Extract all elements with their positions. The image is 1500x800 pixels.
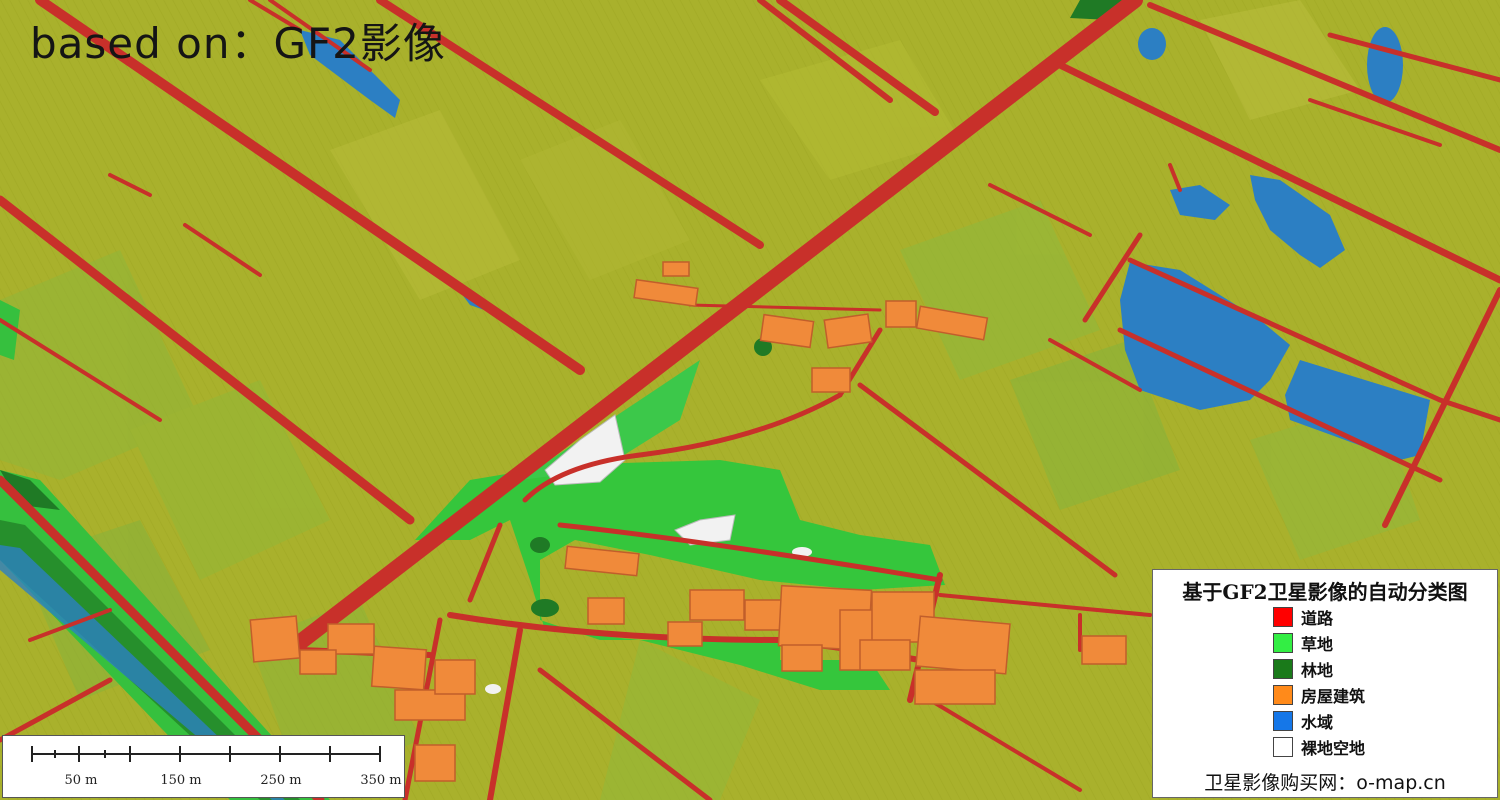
map-legend: 基于GF2卫星影像的自动分类图 道路 草地 林地 房屋建筑 水域 裸地空地 卫星… (1152, 569, 1498, 798)
scale-label-350m: 350 m (360, 773, 402, 788)
scale-tick (329, 746, 331, 762)
legend-swatch-forest (1273, 659, 1293, 679)
scale-tick (78, 746, 80, 762)
legend-swatch-water (1273, 711, 1293, 731)
legend-item-forest: 林地 (1273, 658, 1333, 680)
legend-label-bare-land: 裸地空地 (1301, 739, 1366, 758)
legend-footer-link[interactable]: 卫星影像购买网：o-map.cn (1153, 768, 1497, 795)
legend-item-bare-land: 裸地空地 (1273, 736, 1365, 758)
legend-title: 基于GF2卫星影像的自动分类图 (1182, 580, 1468, 604)
scale-tick (129, 746, 131, 762)
scale-bar: 50 m 150 m 250 m 350 m (2, 735, 405, 798)
scale-tick (229, 746, 231, 762)
scale-tick (379, 746, 381, 762)
watermark-text: based on：GF2影像 (30, 19, 446, 68)
legend-item-road: 道路 (1273, 606, 1333, 628)
scale-tick (179, 746, 181, 762)
scale-label-50m: 50 m (64, 773, 98, 788)
legend-label-grass: 草地 (1301, 635, 1334, 654)
legend-swatch-building (1273, 685, 1293, 705)
scale-label-150m: 150 m (160, 773, 202, 788)
legend-item-grass: 草地 (1273, 632, 1333, 654)
scale-tick (104, 750, 106, 758)
legend-label-forest: 林地 (1301, 661, 1334, 680)
legend-label-building: 房屋建筑 (1301, 687, 1366, 706)
scale-tick (31, 746, 33, 762)
scale-bar-line (31, 753, 379, 755)
scale-tick (279, 746, 281, 762)
legend-item-water: 水域 (1273, 710, 1333, 732)
legend-swatch-bare-land (1273, 737, 1293, 757)
legend-swatch-road (1273, 607, 1293, 627)
legend-item-building: 房屋建筑 (1273, 684, 1365, 706)
legend-swatch-grass (1273, 633, 1293, 653)
scale-tick (54, 750, 56, 758)
legend-label-road: 道路 (1301, 609, 1334, 628)
legend-label-water: 水域 (1301, 713, 1334, 732)
scale-label-250m: 250 m (260, 773, 302, 788)
